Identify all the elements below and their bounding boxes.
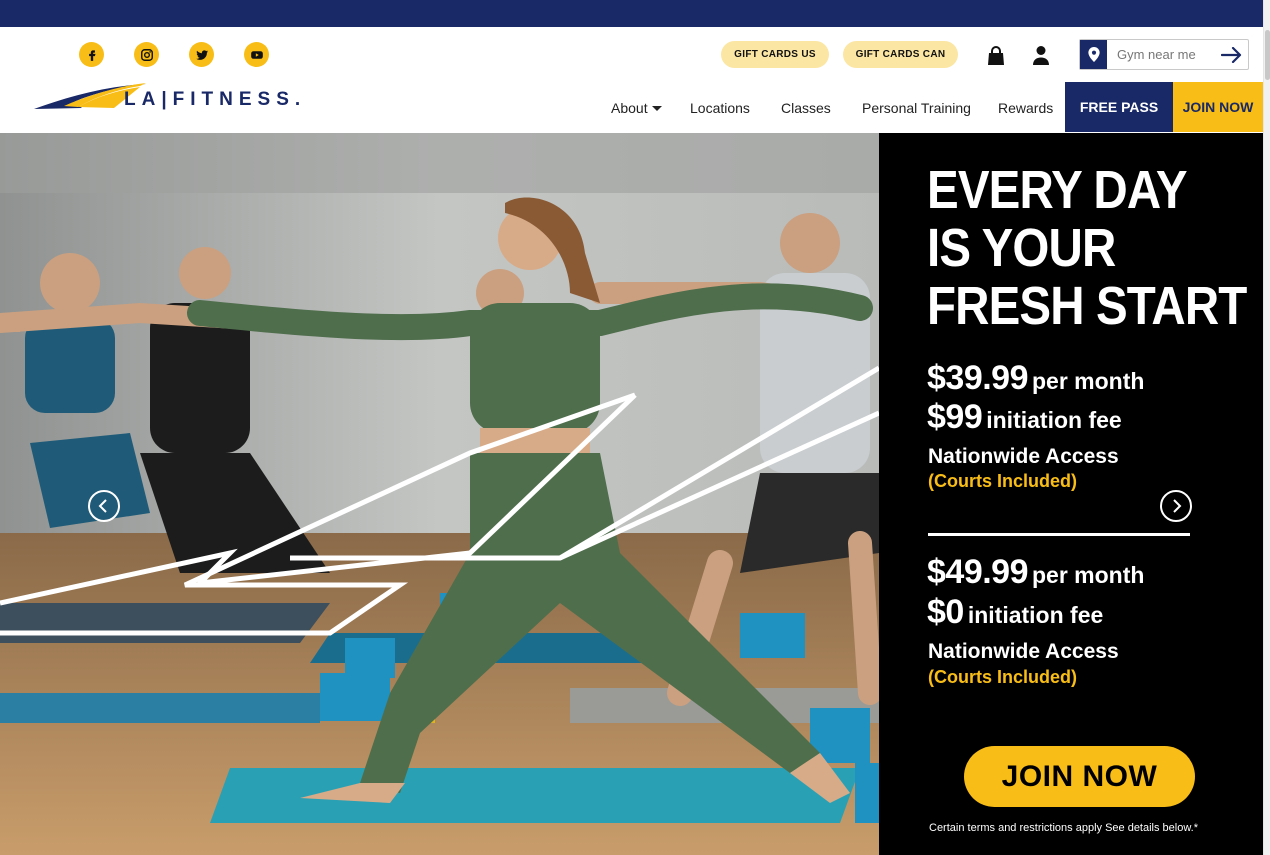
- chevron-left-icon: [98, 499, 107, 513]
- youtube-icon[interactable]: [244, 42, 269, 67]
- offer-2-courts: (Courts Included): [928, 667, 1077, 687]
- twitter-icon[interactable]: [189, 42, 214, 67]
- instagram-icon[interactable]: [134, 42, 159, 67]
- offer-1-fee-value: $99: [927, 398, 983, 436]
- page-scrollbar[interactable]: [1263, 0, 1270, 855]
- headline-line-3: FRESH START: [927, 276, 1247, 336]
- offer-1-fee-unit: initiation fee: [986, 407, 1122, 433]
- offer-1-fee: $99 initiation fee: [927, 398, 1122, 437]
- offer-1-access: Nationwide Access: [928, 445, 1119, 468]
- gift-cards-us-button[interactable]: GIFT CARDS US: [721, 41, 829, 68]
- offer-2-price: $49.99 per month: [927, 553, 1144, 592]
- free-pass-button[interactable]: FREE PASS: [1065, 82, 1173, 132]
- offer-divider: [928, 533, 1190, 536]
- offer-1-price-unit: per month: [1032, 368, 1145, 394]
- promo-panel: EVERY DAY IS YOUR FRESH START $39.99 per …: [879, 133, 1263, 855]
- nav-rewards[interactable]: Rewards: [998, 100, 1053, 116]
- terms-note: Certain terms and restrictions apply See…: [929, 822, 1199, 834]
- account-icon[interactable]: [1032, 45, 1050, 65]
- carousel-next-button[interactable]: [1160, 490, 1192, 522]
- hero-yoga-image: [0, 133, 879, 855]
- search-arrow-icon[interactable]: [1221, 46, 1243, 63]
- join-now-cta-button[interactable]: JOIN NOW: [964, 746, 1195, 807]
- join-now-nav-button[interactable]: JOIN NOW: [1173, 82, 1263, 132]
- top-banner: [0, 0, 1263, 27]
- facebook-icon[interactable]: [79, 42, 104, 67]
- offer-1-price: $39.99 per month: [927, 359, 1144, 398]
- headline-line-2: IS YOUR: [927, 218, 1116, 278]
- offer-2-price-value: $49.99: [927, 553, 1029, 591]
- nav-about-label: About: [611, 100, 648, 116]
- gym-search-box: [1079, 39, 1249, 70]
- offer-2-price-unit: per month: [1032, 562, 1145, 588]
- offer-2-fee-value: $0: [927, 593, 964, 631]
- promo-headline: EVERY DAY IS YOUR FRESH START: [927, 160, 1247, 336]
- nav-locations[interactable]: Locations: [690, 100, 750, 116]
- scrollbar-thumb[interactable]: [1265, 30, 1270, 80]
- gift-cards-can-button[interactable]: GIFT CARDS CAN: [843, 41, 958, 68]
- offer-2-fee-unit: initiation fee: [967, 602, 1104, 628]
- offer-1-price-value: $39.99: [927, 359, 1029, 397]
- offer-2-access: Nationwide Access: [928, 640, 1119, 663]
- social-links: [79, 42, 269, 67]
- chevron-right-icon: [1173, 499, 1182, 513]
- nav-classes[interactable]: Classes: [781, 100, 831, 116]
- logo-wordmark[interactable]: LA|FITNESS.: [124, 89, 306, 111]
- gym-search-input[interactable]: [1117, 47, 1217, 62]
- nav-about[interactable]: About: [611, 100, 662, 116]
- nav-personal-training[interactable]: Personal Training: [862, 100, 971, 116]
- offer-2-fee: $0 initiation fee: [927, 593, 1103, 632]
- chevron-down-icon: [651, 106, 662, 111]
- shopping-bag-icon[interactable]: [987, 46, 1005, 66]
- offer-1-courts: (Courts Included): [928, 471, 1077, 491]
- carousel-prev-button[interactable]: [88, 490, 120, 522]
- location-pin-icon: [1080, 40, 1107, 69]
- headline-line-1: EVERY DAY: [927, 160, 1188, 220]
